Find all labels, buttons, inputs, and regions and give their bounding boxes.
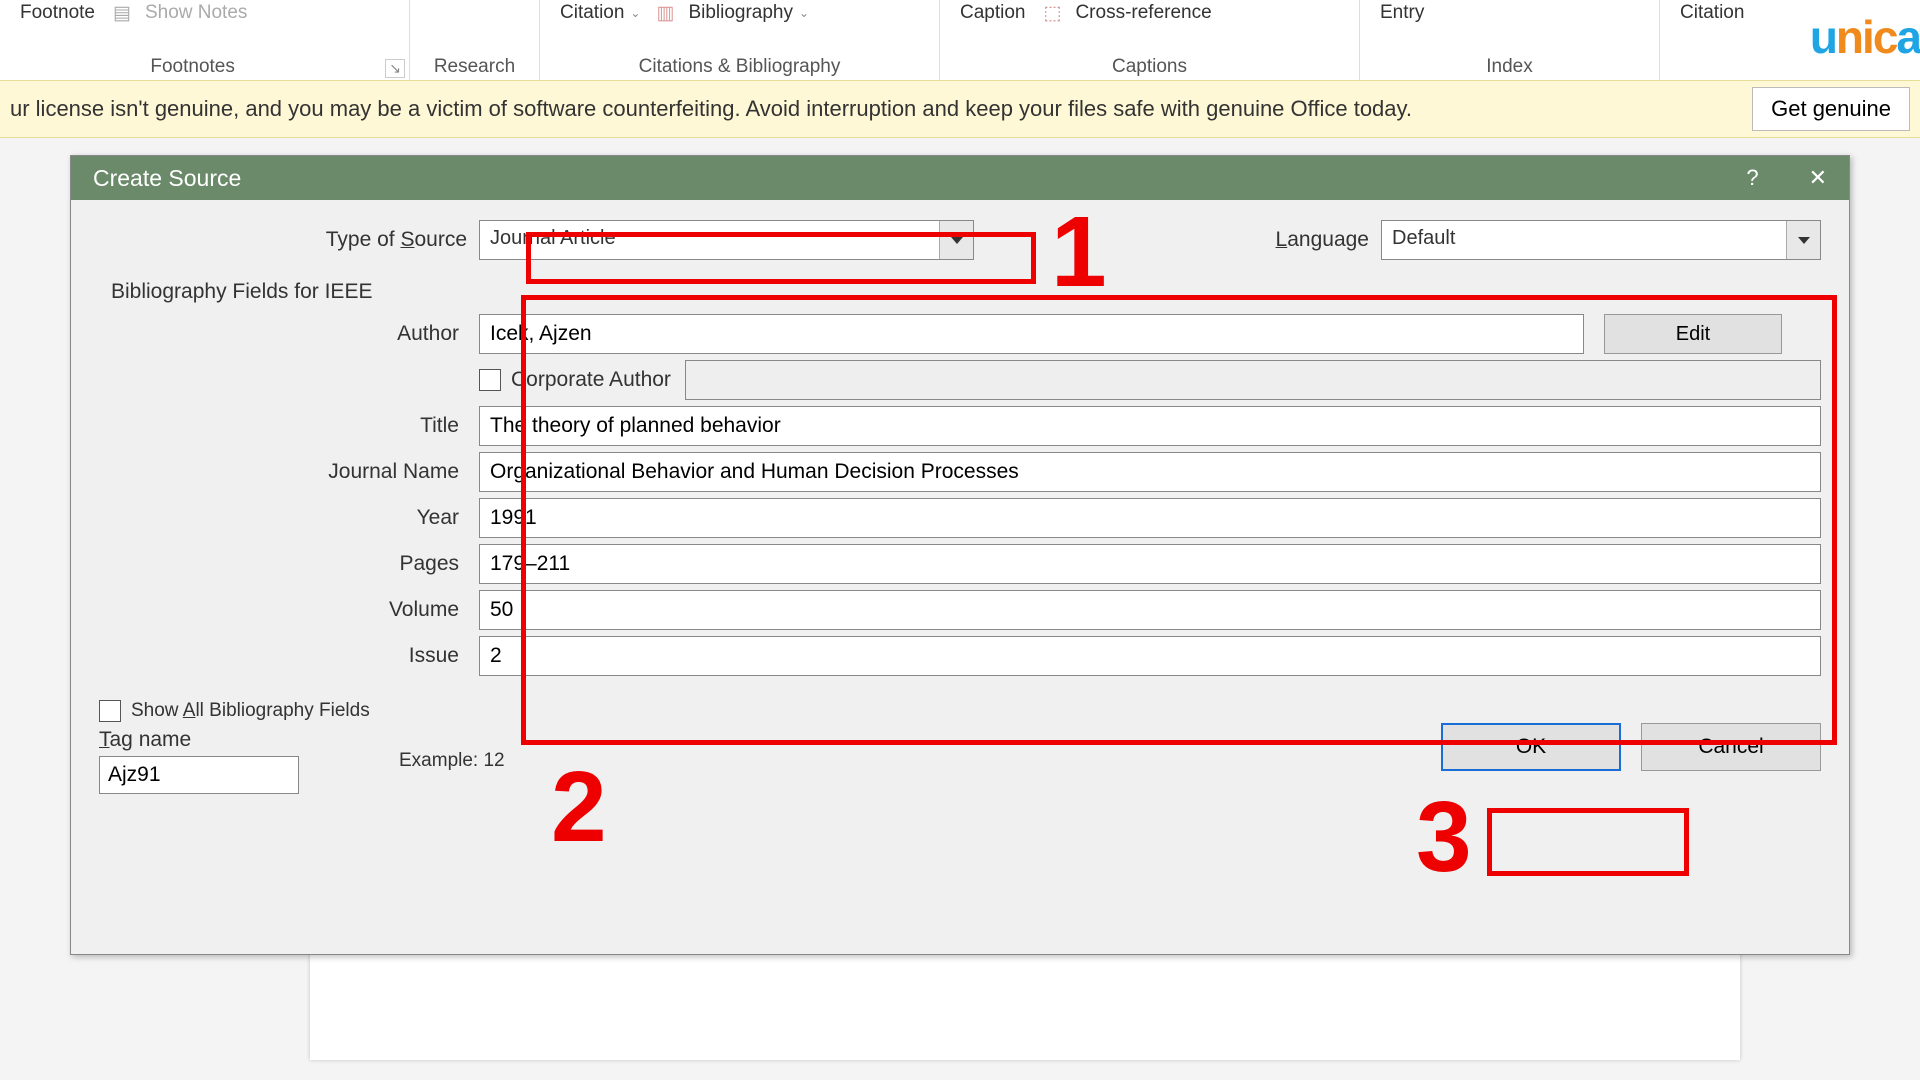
highlight-1 bbox=[526, 232, 1036, 284]
highlight-3 bbox=[1487, 808, 1689, 876]
issue-label: Issue bbox=[99, 644, 479, 668]
close-icon[interactable]: ✕ bbox=[1809, 165, 1827, 191]
chevron-down-icon bbox=[1798, 237, 1810, 244]
dialog-title: Create Source bbox=[93, 165, 241, 192]
crossref-icon: ⬚ bbox=[1044, 2, 1062, 25]
show-notes-button: Show Notes bbox=[135, 0, 257, 26]
group-footnotes-label: Footnotes bbox=[0, 56, 385, 80]
bibliography-button[interactable]: Bibliography⌄ bbox=[678, 0, 819, 26]
type-of-source-label: Type of Source bbox=[99, 228, 479, 252]
caption-button[interactable]: Caption bbox=[950, 0, 1036, 26]
dialog-titlebar: Create Source ? ✕ bbox=[71, 156, 1849, 200]
volume-label: Volume bbox=[99, 598, 479, 622]
group-research-label: Research bbox=[410, 56, 539, 80]
page-icon: ▤ bbox=[113, 2, 131, 25]
combo-dropdown-button[interactable] bbox=[1786, 221, 1820, 259]
get-genuine-button[interactable]: Get genuine bbox=[1752, 87, 1910, 131]
annotation-3: 3 bbox=[1416, 780, 1472, 895]
author-label: Author bbox=[99, 322, 479, 346]
language-combo[interactable]: Default bbox=[1381, 220, 1821, 260]
bibliography-icon: ▥ bbox=[656, 2, 674, 25]
chevron-down-icon: ⌄ bbox=[799, 6, 809, 20]
title-label: Title bbox=[99, 414, 479, 438]
annotation-1: 1 bbox=[1051, 195, 1107, 310]
highlight-2 bbox=[521, 295, 1837, 745]
group-citations-label: Citations & Bibliography bbox=[540, 56, 939, 80]
license-warning-bar: ur license isn't genuine, and you may be… bbox=[0, 80, 1920, 138]
watermark-logo: unica bbox=[1810, 10, 1920, 64]
annotation-2: 2 bbox=[551, 750, 607, 865]
pages-label: Pages bbox=[99, 552, 479, 576]
language-value: Default bbox=[1382, 221, 1786, 259]
entry-button[interactable]: Entry bbox=[1370, 0, 1434, 26]
group-captions-label: Captions bbox=[940, 56, 1359, 80]
example-label: Example: 12 bbox=[399, 750, 505, 772]
group-index-label: Index bbox=[1360, 56, 1659, 80]
citation-authorities-button[interactable]: Citation bbox=[1670, 0, 1754, 26]
show-all-fields-checkbox[interactable] bbox=[99, 700, 121, 722]
citation-button[interactable]: Citation⌄ bbox=[550, 0, 650, 26]
tag-name-input[interactable] bbox=[99, 756, 299, 794]
corporate-author-checkbox[interactable] bbox=[479, 369, 501, 391]
footnote-button[interactable]: Footnote bbox=[10, 0, 105, 26]
help-icon[interactable]: ? bbox=[1746, 165, 1758, 191]
tag-name-label: Tag name bbox=[99, 728, 299, 752]
warning-text: ur license isn't genuine, and you may be… bbox=[10, 96, 1412, 122]
chevron-down-icon: ⌄ bbox=[630, 6, 640, 20]
create-source-dialog: Create Source ? ✕ 1 2 3 Type of Source J… bbox=[70, 155, 1850, 955]
year-label: Year bbox=[99, 506, 479, 530]
journal-name-label: Journal Name bbox=[99, 460, 479, 484]
show-all-fields-label: Show All Bibliography Fields bbox=[131, 700, 370, 722]
dialog-launcher-icon[interactable]: ↘ bbox=[385, 59, 405, 78]
language-label: Language bbox=[1276, 228, 1381, 252]
ribbon: Footnote ▤ Show Notes Footnotes ↘ Resear… bbox=[0, 0, 1920, 80]
cross-reference-button[interactable]: Cross-reference bbox=[1065, 0, 1221, 26]
